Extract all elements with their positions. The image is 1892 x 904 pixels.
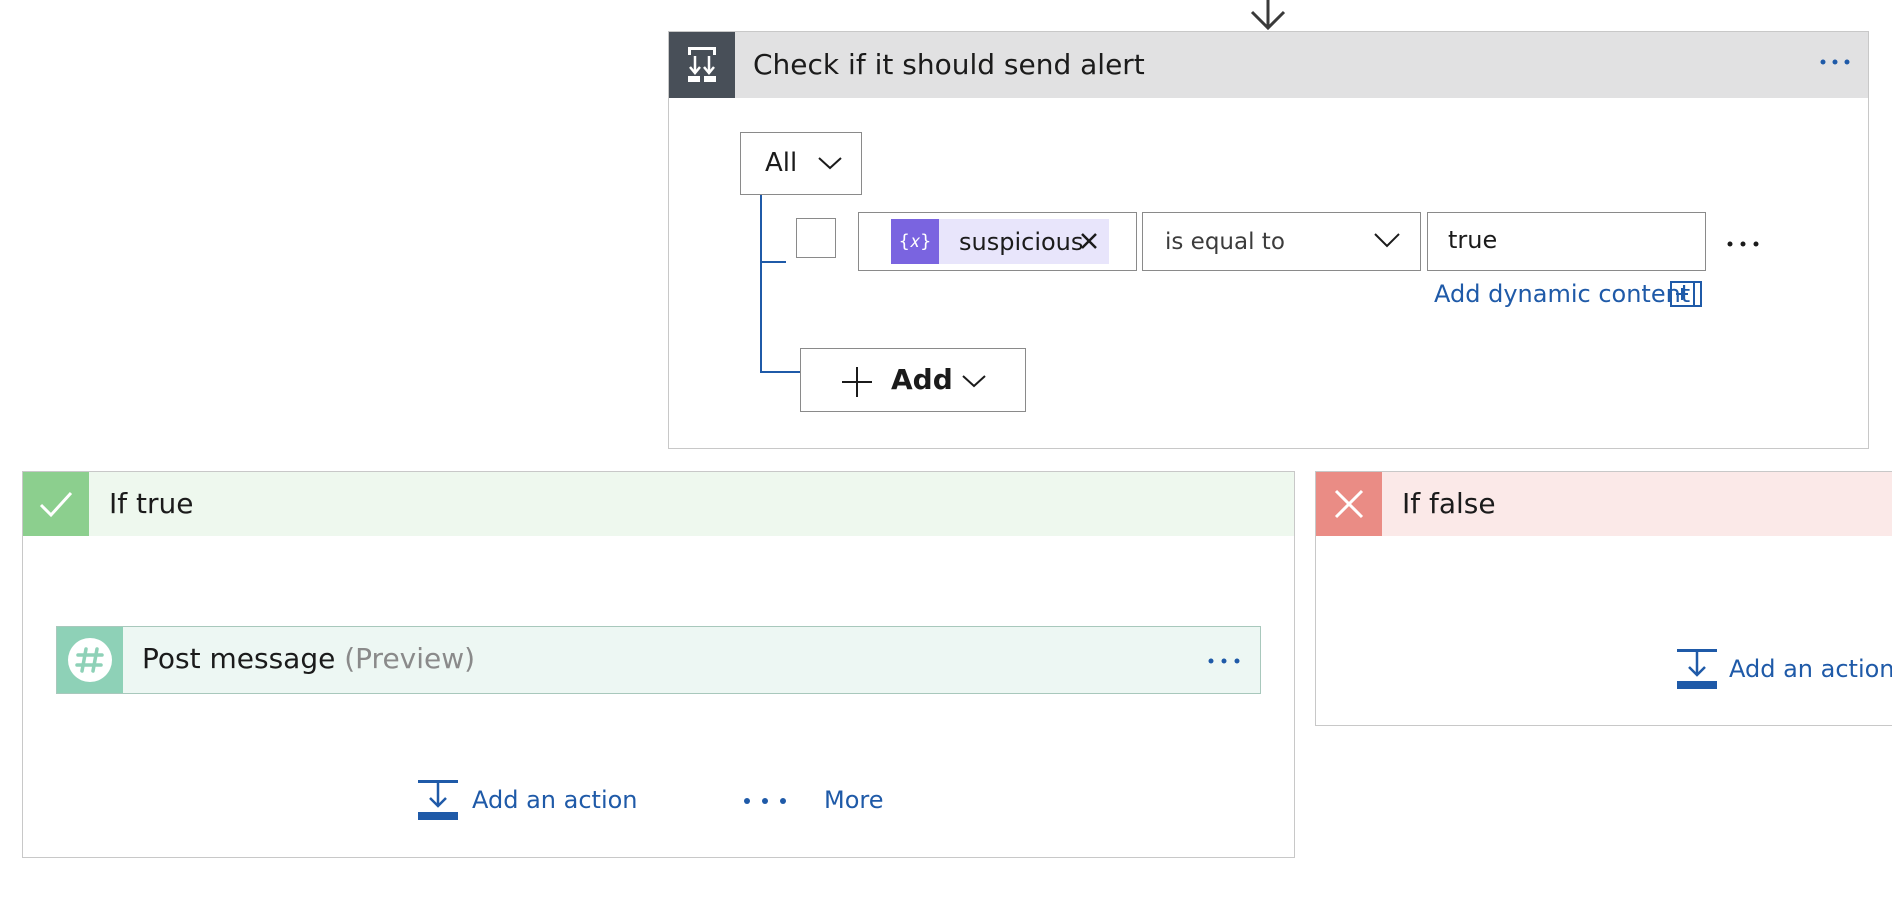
- post-message-title: Post message (Preview): [142, 643, 475, 675]
- token-label: suspicious: [959, 228, 1084, 256]
- condition-header[interactable]: Check if it should send alert: [669, 32, 1868, 98]
- more-horizontal-icon: [1208, 658, 1240, 664]
- chevron-down-icon: [962, 375, 986, 388]
- row-menu-button[interactable]: [1725, 232, 1761, 256]
- more-horizontal-icon: [1820, 59, 1850, 65]
- plus-icon: [842, 367, 872, 397]
- add-dynamic-content-label: Add dynamic content: [1434, 280, 1691, 308]
- chevron-down-icon: [818, 157, 842, 170]
- if-true-title: If true: [109, 487, 194, 520]
- condition-left-operand-field[interactable]: {𝑥} suspicious: [858, 212, 1137, 271]
- if-false-header[interactable]: If false: [1316, 472, 1892, 536]
- comparison-operator-dropdown[interactable]: is equal to: [1142, 212, 1421, 271]
- tree-connector-branch: [760, 371, 800, 373]
- condition-value-field[interactable]: true: [1427, 212, 1706, 271]
- if-true-header[interactable]: If true: [23, 472, 1294, 536]
- add-dynamic-content-link[interactable]: Add dynamic content: [1434, 278, 1704, 312]
- add-condition-label: Add: [891, 363, 953, 396]
- more-horizontal-icon: [1727, 241, 1759, 247]
- action-menu-button[interactable]: [1207, 649, 1241, 673]
- add-condition-button[interactable]: Add: [800, 348, 1026, 412]
- if-false-add-action-button[interactable]: Add an action: [1676, 647, 1892, 691]
- preview-tag: (Preview): [344, 642, 476, 675]
- action-name: Post message: [142, 642, 336, 675]
- add-action-icon: [418, 780, 458, 820]
- tree-connector-branch: [760, 261, 786, 263]
- condition-menu-button[interactable]: [1819, 50, 1851, 78]
- if-false-add-action-label: Add an action: [1729, 655, 1892, 683]
- add-action-icon: [1677, 649, 1717, 689]
- if-true-add-action-label: Add an action: [472, 786, 638, 814]
- close-icon: [1316, 472, 1382, 536]
- slack-icon: [57, 627, 123, 693]
- group-operator-dropdown[interactable]: All: [740, 132, 862, 195]
- flow-arrow-icon: [1250, 0, 1286, 30]
- remove-token-icon[interactable]: [1077, 229, 1101, 253]
- comparison-operator-label: is equal to: [1165, 229, 1285, 255]
- more-label: More: [824, 786, 884, 814]
- chevron-down-icon: [1374, 233, 1400, 248]
- expression-icon: {𝑥}: [891, 219, 939, 264]
- group-operator-label: All: [765, 148, 798, 178]
- if-true-add-action-button[interactable]: Add an action: [417, 778, 638, 822]
- condition-icon: [669, 32, 735, 98]
- more-button[interactable]: More: [742, 784, 884, 818]
- row-select-checkbox[interactable]: [796, 218, 836, 258]
- post-message-action-card[interactable]: Post message (Preview): [56, 626, 1261, 694]
- condition-title: Check if it should send alert: [753, 48, 1145, 81]
- more-horizontal-icon: [744, 798, 786, 804]
- tree-connector-line: [760, 195, 762, 373]
- if-false-title: If false: [1402, 487, 1496, 520]
- dynamic-content-token[interactable]: {𝑥} suspicious: [891, 219, 1109, 264]
- checkmark-icon: [23, 472, 89, 536]
- add-dynamic-content-icon: [1670, 281, 1702, 307]
- condition-value-text: true: [1448, 226, 1498, 254]
